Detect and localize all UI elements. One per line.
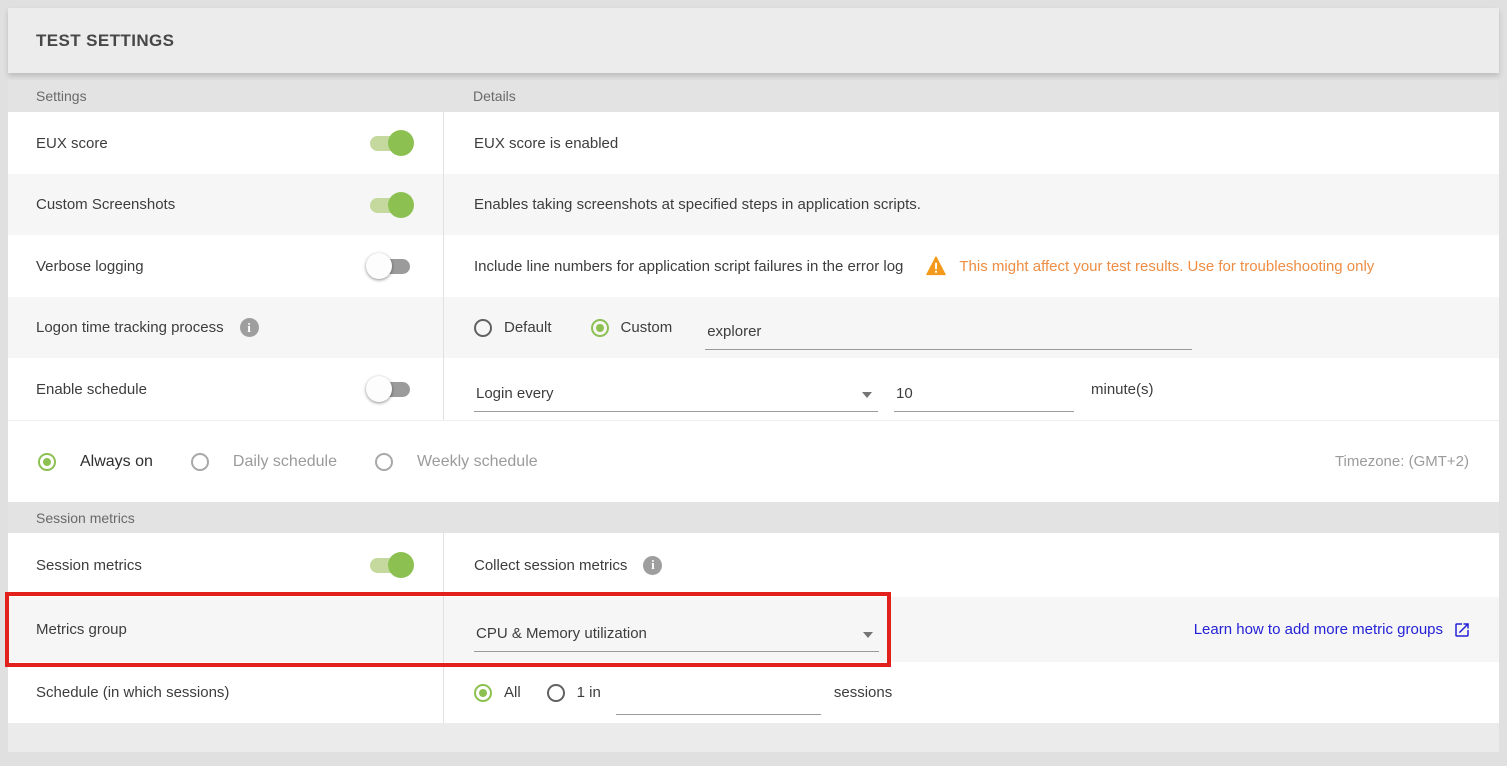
- radio-icon-custom: [591, 319, 609, 337]
- metrics-group-label: Metrics group: [36, 621, 127, 638]
- metrics-group-select[interactable]: CPU & Memory utilization: [474, 625, 879, 652]
- radio-label-one-in: 1 in: [577, 684, 601, 701]
- info-icon[interactable]: [240, 318, 259, 337]
- row-metrics-group: Metrics group CPU & Memory utilization L…: [8, 597, 1499, 662]
- radio-icon-weekly-schedule: [375, 453, 393, 471]
- column-header-settings: Settings: [8, 88, 443, 104]
- info-icon[interactable]: [643, 556, 662, 575]
- session-metrics-toggle[interactable]: [370, 555, 410, 575]
- section-header-session-metrics: Session metrics: [8, 502, 1499, 533]
- session-count-input[interactable]: [616, 688, 821, 715]
- verbose-logging-toggle[interactable]: [370, 256, 410, 276]
- column-header-row: Settings Details: [8, 80, 1499, 112]
- schedule-sessions-label: Schedule (in which sessions): [36, 684, 229, 701]
- radio-label-default: Default: [504, 319, 552, 336]
- section-header-label: Session metrics: [36, 510, 135, 526]
- custom-screenshots-label: Custom Screenshots: [36, 196, 175, 213]
- external-link-icon: [1453, 621, 1471, 639]
- logon-time-tracking-label: Logon time tracking process: [36, 319, 224, 336]
- radio-icon-daily-schedule: [191, 453, 209, 471]
- session-metrics-label: Session metrics: [36, 557, 142, 574]
- login-frequency-value: Login every: [476, 385, 554, 402]
- row-session-metrics: Session metrics Collect session metrics: [8, 533, 1499, 597]
- page-title: TEST SETTINGS: [36, 31, 174, 51]
- radio-option-always-on[interactable]: Always on: [38, 453, 153, 471]
- eux-score-label: EUX score: [36, 135, 108, 152]
- radio-option-all[interactable]: All: [474, 684, 521, 702]
- title-gap: [8, 73, 1499, 80]
- warning-triangle-icon: [925, 256, 947, 276]
- radio-option-daily-schedule[interactable]: Daily schedule: [191, 453, 337, 471]
- row-enable-schedule: Enable schedule Login every minute(s): [8, 358, 1499, 420]
- radio-option-custom[interactable]: Custom: [591, 319, 673, 337]
- interval-minutes-input[interactable]: [894, 385, 1074, 412]
- toggle-thumb: [388, 192, 414, 218]
- metric-groups-link[interactable]: Learn how to add more metric groups: [1194, 621, 1471, 639]
- eux-score-toggle[interactable]: [370, 133, 410, 153]
- toggle-thumb: [388, 130, 414, 156]
- enable-schedule-toggle[interactable]: [370, 379, 410, 399]
- toggle-thumb: [388, 552, 414, 578]
- toggle-thumb: [366, 376, 392, 402]
- chevron-down-icon: [862, 392, 872, 398]
- row-logon-time-tracking: Logon time tracking process Default Cust…: [8, 297, 1499, 358]
- custom-screenshots-detail: Enables taking screenshots at specified …: [474, 196, 921, 213]
- radio-icon-default: [474, 319, 492, 337]
- timezone-label: Timezone: (GMT+2): [1335, 453, 1469, 470]
- row-schedule-mode: Always on Daily schedule Weekly schedule…: [8, 420, 1499, 502]
- test-settings-panel: TEST SETTINGS Settings Details EUX score…: [8, 8, 1499, 752]
- column-header-details: Details: [443, 88, 516, 104]
- custom-process-input[interactable]: [705, 323, 1192, 350]
- panel-footer: [8, 723, 1499, 752]
- metric-groups-link-text: Learn how to add more metric groups: [1194, 621, 1443, 638]
- radio-label-daily-schedule: Daily schedule: [233, 453, 337, 471]
- sessions-unit-label: sessions: [834, 684, 892, 701]
- verbose-logging-detail: Include line numbers for application scr…: [474, 258, 903, 275]
- radio-label-weekly-schedule: Weekly schedule: [417, 453, 538, 471]
- settings-table: Settings Details EUX score EUX score is …: [8, 80, 1499, 723]
- radio-option-default[interactable]: Default: [474, 319, 552, 337]
- radio-label-custom: Custom: [621, 319, 673, 336]
- verbose-logging-warning: This might affect your test results. Use…: [925, 256, 1374, 276]
- eux-score-detail: EUX score is enabled: [474, 135, 618, 152]
- page-title-bar: TEST SETTINGS: [8, 8, 1499, 73]
- interval-unit-label: minute(s): [1091, 381, 1154, 398]
- custom-screenshots-toggle[interactable]: [370, 195, 410, 215]
- warning-text: This might affect your test results. Use…: [959, 258, 1374, 275]
- radio-icon-one-in: [547, 684, 565, 702]
- radio-icon-all: [474, 684, 492, 702]
- row-eux-score: EUX score EUX score is enabled: [8, 112, 1499, 174]
- login-frequency-select[interactable]: Login every: [474, 385, 878, 412]
- radio-label-always-on: Always on: [80, 453, 153, 471]
- radio-label-all: All: [504, 684, 521, 701]
- chevron-down-icon: [863, 632, 873, 638]
- radio-option-one-in[interactable]: 1 in: [547, 684, 601, 702]
- row-verbose-logging: Verbose logging Include line numbers for…: [8, 235, 1499, 297]
- session-metrics-detail: Collect session metrics: [474, 557, 627, 574]
- radio-option-weekly-schedule[interactable]: Weekly schedule: [375, 453, 538, 471]
- metrics-group-value: CPU & Memory utilization: [476, 625, 647, 642]
- verbose-logging-label: Verbose logging: [36, 258, 144, 275]
- row-schedule-sessions: Schedule (in which sessions) All 1 in se…: [8, 662, 1499, 723]
- radio-icon-always-on: [38, 453, 56, 471]
- enable-schedule-label: Enable schedule: [36, 381, 147, 398]
- row-custom-screenshots: Custom Screenshots Enables taking screen…: [8, 174, 1499, 235]
- toggle-thumb: [366, 253, 392, 279]
